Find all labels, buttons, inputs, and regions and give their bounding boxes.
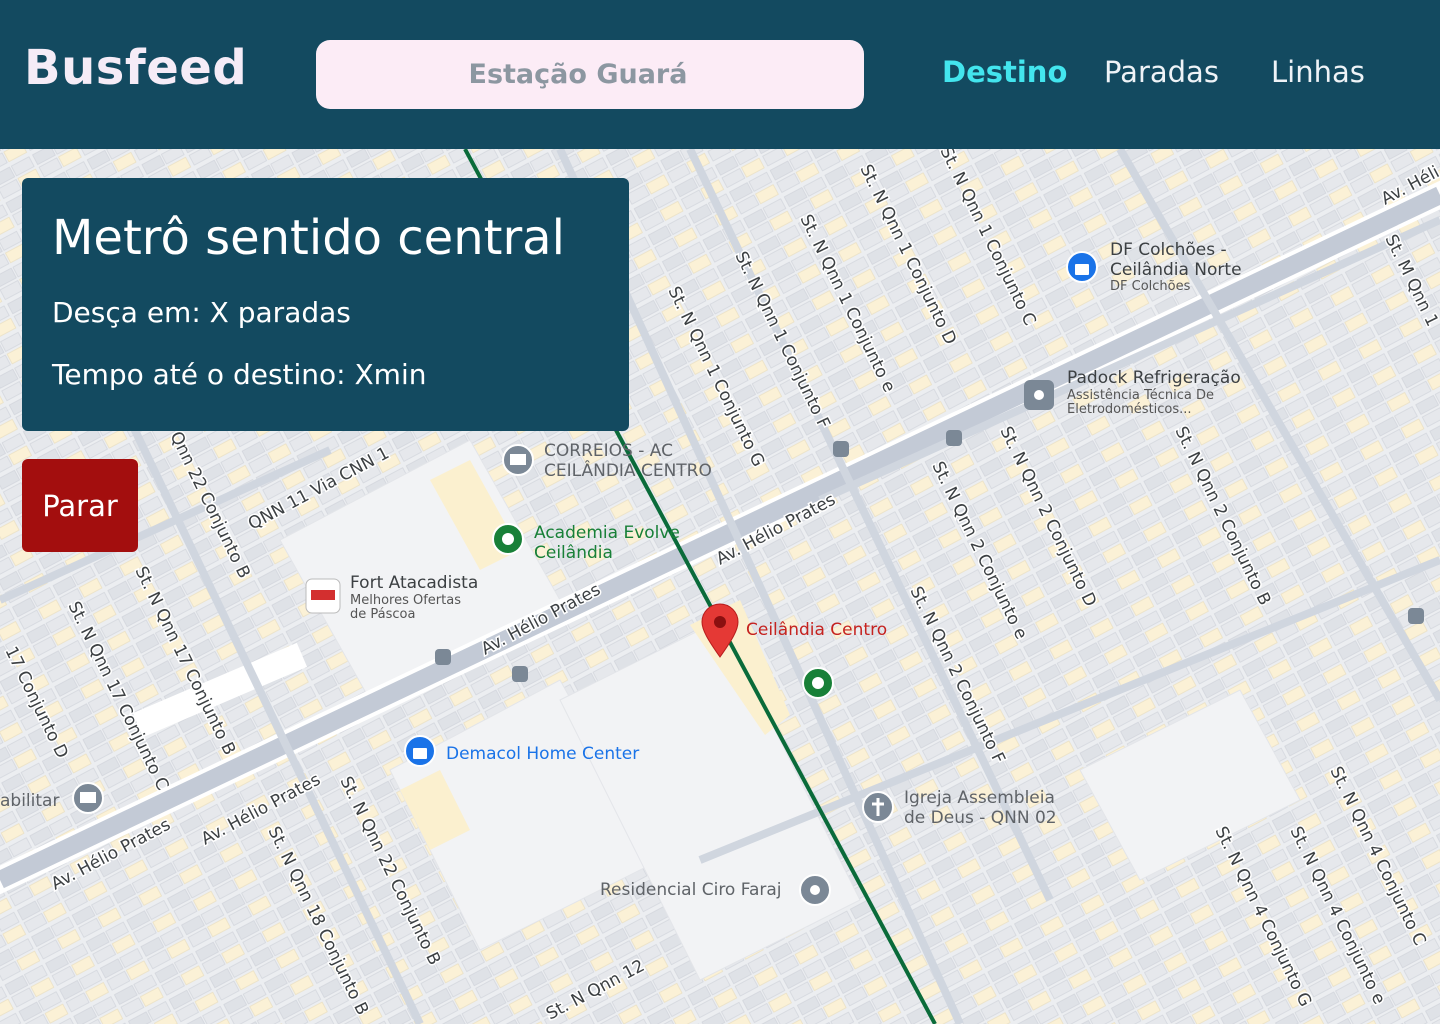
search-value: Estação Guará xyxy=(468,59,688,90)
poi-name: Igreja Assembleia de Deus - QNN 02 xyxy=(904,788,1057,828)
poi-name: DF Colchões - Ceilândia Norte xyxy=(1110,240,1242,280)
time-to-destination: Tempo até o destino: Xmin xyxy=(52,358,427,391)
store-icon[interactable] xyxy=(1024,380,1054,410)
app-logo: Busfeed xyxy=(24,40,248,96)
gym-icon[interactable] xyxy=(492,523,524,555)
poi-igreja[interactable]: Igreja Assembleia de Deus - QNN 02 xyxy=(904,788,1074,828)
search-input[interactable]: Estação Guará xyxy=(316,40,864,109)
poi-df-colchoes[interactable]: DF Colchões - Ceilândia Norte DF Colchõe… xyxy=(1110,240,1260,295)
poi-name: Residencial Ciro Faraj xyxy=(600,880,782,900)
poi-name: Padock Refrigeração xyxy=(1067,368,1241,388)
poi-padock[interactable]: Padock Refrigeração Assistência Técnica … xyxy=(1067,368,1241,418)
bank-icon[interactable] xyxy=(72,782,104,814)
poi-name: Academia Evolve Ceilândia xyxy=(534,523,680,563)
stop-button-label: Parar xyxy=(42,488,118,523)
poi-name: Fort Atacadista xyxy=(350,573,479,593)
app-header: Busfeed Estação Guará Destino Paradas Li… xyxy=(0,0,1440,149)
gym-icon-2[interactable] xyxy=(802,667,834,699)
mail-icon[interactable] xyxy=(502,444,534,476)
destination-name: Ceilândia Centro xyxy=(746,620,888,640)
poi-name: Demacol Home Center xyxy=(446,744,640,764)
poi-residencial[interactable]: Residencial Ciro Faraj xyxy=(600,880,782,901)
poi-name: CORREIOS - AC CEILÂNDIA CENTRO xyxy=(544,441,712,481)
nav-linhas[interactable]: Linhas xyxy=(1271,55,1365,89)
demacol-bag-icon[interactable] xyxy=(404,735,436,767)
poi-demacol[interactable]: Demacol Home Center xyxy=(446,744,640,765)
stops-remaining: Desça em: X paradas xyxy=(52,296,351,329)
poi-sub: Melhores Ofertas de Páscoa xyxy=(350,592,461,623)
destination-label[interactable]: Ceilândia Centro xyxy=(746,620,888,641)
store-logo-icon[interactable] xyxy=(305,578,341,614)
poi-correios[interactable]: CORREIOS - AC CEILÂNDIA CENTRO xyxy=(544,441,744,481)
shopping-bag-icon[interactable] xyxy=(1066,251,1098,283)
stop-button[interactable]: Parar xyxy=(22,459,138,552)
trip-info-card: Metrô sentido central Desça em: X parada… xyxy=(22,178,629,431)
place-icon[interactable] xyxy=(799,874,831,906)
poi-habilitar[interactable]: abilitar xyxy=(0,791,60,812)
poi-name: abilitar xyxy=(0,791,60,811)
church-icon[interactable] xyxy=(862,791,894,823)
nav-paradas[interactable]: Paradas xyxy=(1104,55,1219,89)
nav-destino[interactable]: Destino xyxy=(942,55,1067,89)
poi-academia[interactable]: Academia Evolve Ceilândia xyxy=(534,523,694,563)
poi-sub: DF Colchões xyxy=(1110,279,1191,295)
poi-fort-atacadista[interactable]: Fort Atacadista Melhores Ofertas de Pásc… xyxy=(350,573,480,623)
poi-sub: Assistência Técnica De Eletrodomésticos.… xyxy=(1067,387,1214,418)
trip-title: Metrô sentido central xyxy=(52,210,565,266)
